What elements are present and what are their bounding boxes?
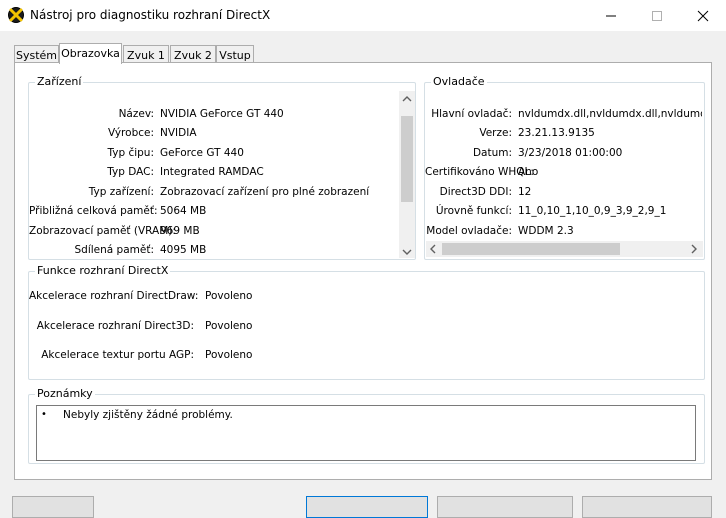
tab-label: Zvuk 1 — [127, 49, 165, 62]
field-value: 23.21.13.9135 — [518, 127, 595, 139]
tab-display[interactable]: Obrazovka — [59, 43, 122, 64]
bullet-icon: • — [41, 409, 47, 420]
scroll-up-icon[interactable] — [402, 93, 412, 106]
field-label: Zobrazovací paměť (VRAM): — [29, 225, 176, 237]
device-scroll-thumb[interactable] — [401, 116, 413, 202]
display-panel: Zařízení Název: NVIDIA GeForce GT 440 Výr… — [14, 62, 712, 480]
field-value: 11_0,10_1,10_0,9_3,9_2,9_1 — [518, 205, 667, 217]
field-label: Verze: — [479, 127, 512, 139]
help-button[interactable] — [12, 496, 94, 518]
device-group: Zařízení Název: NVIDIA GeForce GT 440 Výr… — [28, 75, 416, 260]
field-value: 4095 MB — [160, 244, 207, 256]
field-value: Integrated RAMDAC — [160, 166, 264, 178]
tab-label: Systém — [15, 49, 58, 62]
tab-input[interactable]: Vstup — [216, 45, 254, 63]
field-label: Sdílená paměť: — [74, 244, 155, 256]
drivers-horizontal-scrollbar[interactable] — [426, 241, 703, 257]
field-value: Ano — [518, 166, 539, 178]
field-value: Povoleno — [205, 320, 253, 332]
drivers-group: Ovladače Hlavní ovladač: nvldumdx.dll,nvl… — [424, 75, 705, 260]
field-value: Povoleno — [205, 349, 253, 361]
exit-button[interactable] — [582, 496, 712, 518]
field-value: Povoleno — [205, 290, 253, 302]
tab-label: Zvuk 2 — [174, 49, 212, 62]
field-value: 969 MB — [160, 225, 200, 237]
device-vertical-scrollbar[interactable] — [399, 91, 415, 258]
field-label: Úrovně funkcí: — [435, 205, 512, 217]
field-value: WDDM 2.3 — [518, 225, 574, 237]
next-page-button[interactable] — [306, 496, 428, 518]
tab-system[interactable]: Systém — [14, 45, 59, 63]
directx-features-heading: Funkce rozhraní DirectX — [35, 264, 171, 277]
field-label: Direct3D DDI: — [439, 186, 512, 198]
field-value: GeForce GT 440 — [160, 147, 244, 159]
field-label: Typ zařízení: — [88, 186, 154, 198]
notes-heading: Poznámky — [35, 387, 95, 400]
field-label: Akcelerace textur portu AGP: — [41, 349, 194, 361]
tab-sound-2[interactable]: Zvuk 2 — [170, 45, 216, 63]
title-bar: Nástroj pro diagnostiku rozhraní DirectX — [0, 0, 726, 31]
field-value: 5064 MB — [160, 205, 207, 217]
minimize-button[interactable] — [588, 0, 634, 31]
drivers-scroll-thumb[interactable] — [442, 243, 620, 255]
tab-label: Vstup — [219, 49, 251, 62]
scroll-down-icon[interactable] — [402, 246, 412, 259]
notes-group: Poznámky • Nebyly zjištěny žádné problém… — [28, 387, 705, 464]
field-label: Typ čipu: — [107, 147, 154, 159]
field-label: Datum: — [472, 147, 512, 159]
scroll-left-icon[interactable] — [429, 244, 437, 257]
notes-textbox[interactable]: • Nebyly zjištěny žádné problémy. — [36, 405, 696, 461]
save-information-button[interactable] — [437, 496, 573, 518]
field-label: Akcelerace rozhraní Direct3D: — [36, 320, 194, 332]
field-value: nvldumdx.dll,nvldumdx.dll,nvldumdx.dll — [518, 108, 702, 120]
maximize-button[interactable] — [634, 0, 680, 31]
field-label: Přibližná celková paměť: — [29, 205, 158, 217]
close-button[interactable] — [680, 0, 726, 31]
field-label: Typ DAC: — [107, 166, 154, 178]
directx-features-group: Funkce rozhraní DirectX Akcelerace rozhr… — [28, 264, 705, 380]
field-label: Název: — [118, 108, 154, 120]
device-list[interactable]: Název: NVIDIA GeForce GT 440 Výrobce: NVID… — [29, 83, 399, 259]
tab-label: Obrazovka — [61, 47, 120, 60]
field-value: Zobrazovací zařízení pro plné zobrazení — [160, 186, 370, 198]
field-value: NVIDIA GeForce GT 440 — [160, 108, 284, 120]
field-value: 12 — [518, 186, 532, 198]
field-value: 3/23/2018 01:00:00 — [518, 147, 623, 159]
tab-sound-1[interactable]: Zvuk 1 — [123, 45, 169, 63]
field-label: Akcelerace rozhraní DirectDraw: — [29, 290, 199, 302]
field-label: Certifikováno WHQL: — [425, 166, 534, 178]
field-value: NVIDIA — [160, 127, 197, 139]
drivers-list[interactable]: Hlavní ovladač: nvldumdx.dll,nvldumdx.dll… — [425, 83, 702, 241]
field-label: Hlavní ovladač: — [431, 108, 512, 120]
scroll-right-icon[interactable] — [690, 244, 698, 257]
field-label: Model ovladače: — [426, 225, 512, 237]
window-title: Nástroj pro diagnostiku rozhraní DirectX — [30, 8, 271, 22]
field-label: Výrobce: — [107, 127, 154, 139]
note-item: Nebyly zjištěny žádné problémy. — [63, 409, 233, 421]
directx-icon — [8, 7, 24, 23]
